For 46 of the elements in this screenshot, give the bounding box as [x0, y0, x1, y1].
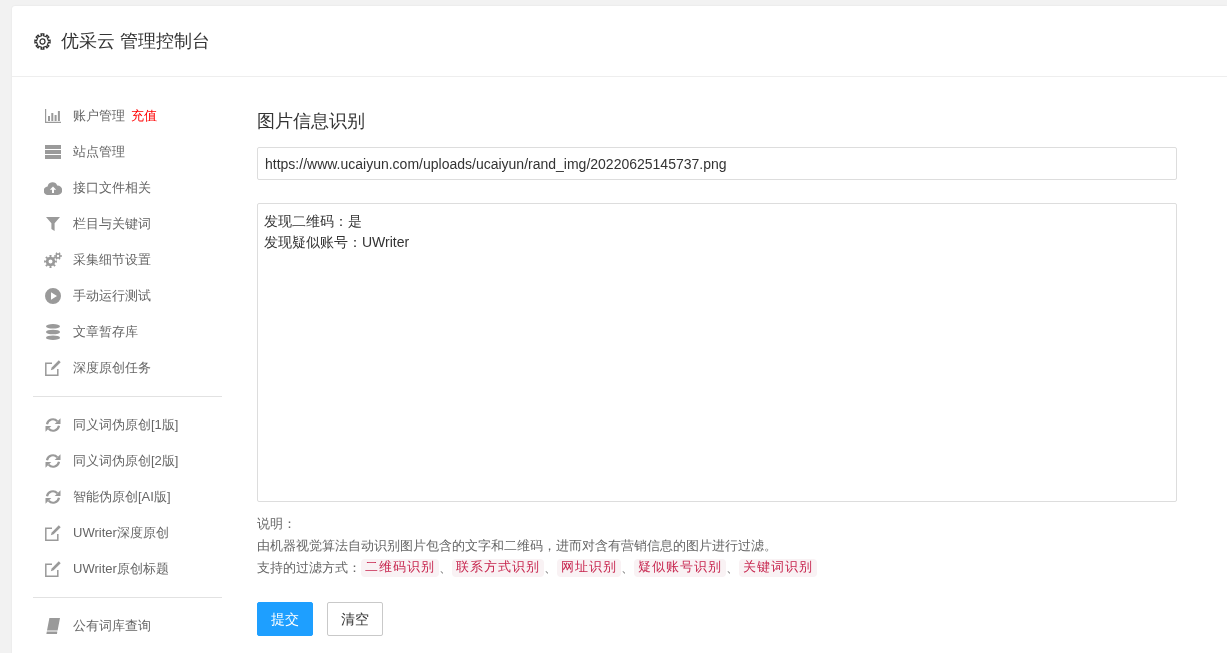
filter-tag: 联系方式识别	[452, 559, 544, 577]
settings-icon	[34, 32, 51, 50]
clear-button[interactable]: 清空	[327, 602, 383, 636]
edit-icon	[45, 525, 61, 541]
funnel-icon	[46, 217, 60, 231]
sidebar-item[interactable]: 手动运行测试	[33, 278, 151, 314]
recharge-link[interactable]: 充值	[131, 106, 157, 126]
database-icon	[46, 324, 60, 340]
gears-icon	[44, 252, 62, 268]
separator-text: 、	[544, 559, 557, 577]
panel-title: 图片信息识别	[257, 110, 366, 133]
refresh-icon	[45, 417, 61, 433]
sidebar-item[interactable]: 深度原创任务	[33, 350, 151, 386]
refresh-icon	[45, 453, 61, 469]
filter-tag: 关键词识别	[739, 559, 817, 577]
sidebar-item[interactable]: 同义词伪原创[2版]	[33, 443, 179, 479]
filter-tag: 二维码识别	[361, 559, 439, 577]
cloud-upload-icon	[44, 181, 62, 195]
sidebar-item[interactable]: 采集细节设置	[33, 242, 151, 278]
notes-heading: 说明：	[257, 515, 296, 533]
filters-label: 支持的过滤方式：	[257, 559, 361, 577]
sidebar-item[interactable]: 账户管理	[33, 98, 125, 134]
edit-icon	[45, 561, 61, 577]
sidebar-item[interactable]: 接口文件相关	[33, 170, 151, 206]
sidebar-item[interactable]: 智能伪原创[AI版]	[33, 479, 171, 515]
edit-icon	[45, 360, 61, 376]
sidebar-item[interactable]: 站点管理	[33, 134, 125, 170]
separator-text: 、	[726, 559, 739, 577]
separator-text: 、	[621, 559, 634, 577]
filter-tag: 网址识别	[557, 559, 621, 577]
bar-chart-icon	[45, 109, 61, 123]
url-input[interactable]: https://www.ucaiyun.com/uploads/ucaiyun/rand_img/20220625145737.png	[257, 147, 1177, 180]
server-stack-icon	[45, 145, 61, 159]
separator-text: 、	[439, 559, 452, 577]
sidebar-item[interactable]: UWriter深度原创	[33, 515, 169, 551]
sidebar-item[interactable]: 公有词库查询	[33, 608, 151, 644]
sidebar-item[interactable]: 栏目与关键词	[33, 206, 151, 242]
result-textarea[interactable]: 发现二维码：是 发现疑似账号：UWriter	[257, 203, 1177, 502]
console-title: 优采云 管理控制台	[61, 30, 210, 53]
filter-tag: 疑似账号识别	[634, 559, 726, 577]
notes-description: 由机器视觉算法自动识别图片包含的文字和二维码，进而对含有营销信息的图片进行过滤。	[257, 537, 777, 555]
sidebar-item[interactable]: UWriter原创标题	[33, 551, 169, 587]
book-icon	[46, 618, 60, 634]
sidebar-item[interactable]: 文章暂存库	[33, 314, 138, 350]
refresh-icon	[45, 489, 61, 505]
sidebar-item[interactable]: 同义词伪原创[1版]	[33, 407, 179, 443]
